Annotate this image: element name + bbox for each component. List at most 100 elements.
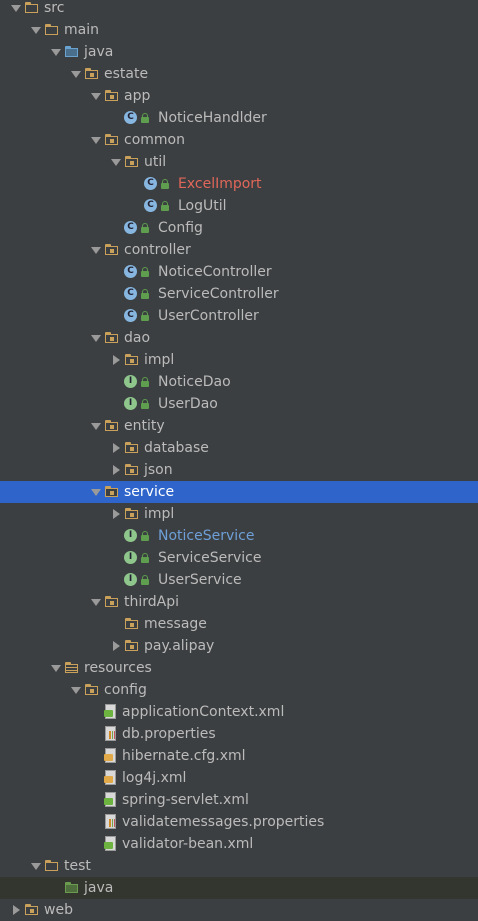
expanded-arrow-icon[interactable]: [88, 330, 104, 346]
interface-icon: I: [124, 572, 154, 588]
tree-item-util[interactable]: util: [0, 151, 478, 173]
tree-item-label: thirdApi: [124, 594, 180, 610]
tree-item-db-properties[interactable]: db.properties: [0, 723, 478, 745]
tree-item-label: ServiceController: [158, 286, 279, 302]
tree-item-label: test: [64, 858, 91, 874]
spring-xml-file-icon: [104, 836, 118, 852]
package-icon: [124, 616, 140, 632]
collapsed-arrow-icon[interactable]: [108, 506, 124, 522]
collapsed-arrow-icon[interactable]: [8, 902, 24, 918]
expanded-arrow-icon[interactable]: [88, 418, 104, 434]
tree-item-impl[interactable]: impl: [0, 503, 478, 525]
folder-icon: [24, 0, 40, 16]
no-arrow: [88, 770, 104, 786]
tree-item-controller[interactable]: controller: [0, 239, 478, 261]
expanded-arrow-icon[interactable]: [88, 594, 104, 610]
tree-item-service[interactable]: service: [0, 481, 478, 503]
tree-item-validator-bean-xml[interactable]: validator-bean.xml: [0, 833, 478, 855]
tree-item-applicationcontext-xml[interactable]: applicationContext.xml: [0, 701, 478, 723]
tree-item-noticedao[interactable]: I NoticeDao: [0, 371, 478, 393]
no-arrow: [88, 814, 104, 830]
no-arrow: [108, 264, 124, 280]
tree-item-hibernate-cfg-xml[interactable]: hibernate.cfg.xml: [0, 745, 478, 767]
package-icon: [124, 440, 140, 456]
tree-item-noticehandlder[interactable]: C NoticeHandlder: [0, 107, 478, 129]
tree-item-impl[interactable]: impl: [0, 349, 478, 371]
class-icon: C: [124, 286, 154, 302]
tree-item-excelimport[interactable]: C ExcelImport: [0, 173, 478, 195]
expanded-arrow-icon[interactable]: [88, 88, 104, 104]
tree-item-entity[interactable]: entity: [0, 415, 478, 437]
tree-item-config[interactable]: C Config: [0, 217, 478, 239]
tree-item-noticecontroller[interactable]: C NoticeController: [0, 261, 478, 283]
tree-item-serviceservice[interactable]: I ServiceService: [0, 547, 478, 569]
tree-item-java[interactable]: java: [0, 41, 478, 63]
tree-item-label: UserDao: [158, 396, 218, 412]
expanded-arrow-icon[interactable]: [48, 44, 64, 60]
tree-item-label: service: [124, 484, 175, 500]
tree-item-database[interactable]: database: [0, 437, 478, 459]
tree-item-noticeservice[interactable]: I NoticeService: [0, 525, 478, 547]
tree-item-usercontroller[interactable]: C UserController: [0, 305, 478, 327]
tree-item-label: NoticeHandlder: [158, 110, 267, 126]
tree-item-log4j-xml[interactable]: log4j.xml: [0, 767, 478, 789]
tree-item-label: UserService: [158, 572, 242, 588]
expanded-arrow-icon[interactable]: [88, 132, 104, 148]
no-arrow: [108, 374, 124, 390]
expanded-arrow-icon[interactable]: [28, 22, 44, 38]
properties-file-icon: [104, 814, 118, 830]
package-icon: [104, 330, 120, 346]
package-icon: [124, 352, 140, 368]
tree-item-label: util: [144, 154, 167, 170]
folder-icon: [64, 660, 80, 676]
expanded-arrow-icon[interactable]: [68, 682, 84, 698]
tree-item-message[interactable]: message: [0, 613, 478, 635]
tree-item-common[interactable]: common: [0, 129, 478, 151]
tree-item-userservice[interactable]: I UserService: [0, 569, 478, 591]
class-icon: C: [144, 176, 174, 192]
tree-item-estate[interactable]: estate: [0, 63, 478, 85]
expanded-arrow-icon[interactable]: [48, 660, 64, 676]
expanded-arrow-icon[interactable]: [28, 858, 44, 874]
tree-item-validatemessages-properties[interactable]: validatemessages.properties: [0, 811, 478, 833]
tree-item-thirdapi[interactable]: thirdApi: [0, 591, 478, 613]
tree-item-dao[interactable]: dao: [0, 327, 478, 349]
tree-item-logutil[interactable]: C LogUtil: [0, 195, 478, 217]
interface-icon: I: [124, 550, 154, 566]
tree-item-userdao[interactable]: I UserDao: [0, 393, 478, 415]
no-arrow: [108, 110, 124, 126]
tree-item-test[interactable]: test: [0, 855, 478, 877]
expanded-arrow-icon[interactable]: [8, 0, 24, 16]
tree-item-label: impl: [144, 506, 175, 522]
package-icon: [124, 506, 140, 522]
tree-item-app[interactable]: app: [0, 85, 478, 107]
tree-item-label: Config: [158, 220, 203, 236]
collapsed-arrow-icon[interactable]: [108, 352, 124, 368]
tree-item-config[interactable]: config: [0, 679, 478, 701]
no-arrow: [108, 528, 124, 544]
tree-item-spring-servlet-xml[interactable]: spring-servlet.xml: [0, 789, 478, 811]
collapsed-arrow-icon[interactable]: [108, 440, 124, 456]
tree-item-src[interactable]: src: [0, 0, 478, 19]
tree-item-java[interactable]: java: [0, 877, 478, 899]
class-icon: C: [124, 264, 154, 280]
tree-item-servicecontroller[interactable]: C ServiceController: [0, 283, 478, 305]
tree-item-pay-alipay[interactable]: pay.alipay: [0, 635, 478, 657]
tree-item-label: validator-bean.xml: [122, 836, 254, 852]
package-icon: [104, 484, 120, 500]
tree-item-json[interactable]: json: [0, 459, 478, 481]
tree-item-label: spring-servlet.xml: [122, 792, 249, 808]
interface-icon: I: [124, 528, 154, 544]
expanded-arrow-icon[interactable]: [108, 154, 124, 170]
expanded-arrow-icon[interactable]: [88, 242, 104, 258]
expanded-arrow-icon[interactable]: [68, 66, 84, 82]
expanded-arrow-icon[interactable]: [88, 484, 104, 500]
collapsed-arrow-icon[interactable]: [108, 638, 124, 654]
tree-item-label: common: [124, 132, 185, 148]
tree-item-resources[interactable]: resources: [0, 657, 478, 679]
collapsed-arrow-icon[interactable]: [108, 462, 124, 478]
package-icon: [104, 418, 120, 434]
tree-item-main[interactable]: main: [0, 19, 478, 41]
tree-item-label: controller: [124, 242, 191, 258]
project-tree[interactable]: src main java estate app C NoticeHandlder commo…: [0, 0, 478, 918]
